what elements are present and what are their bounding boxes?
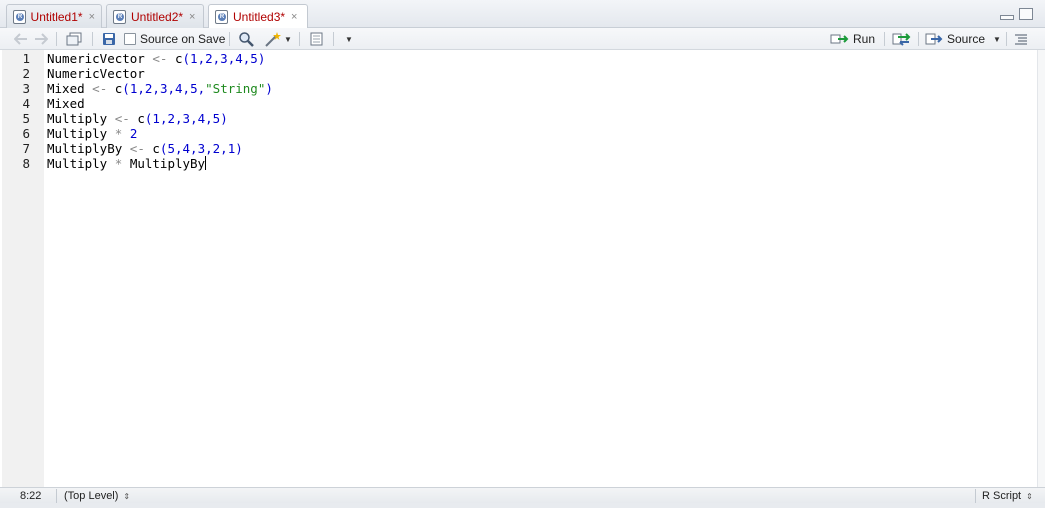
source-on-save-toggle[interactable]: Source on Save: [124, 30, 225, 48]
code-editor[interactable]: NumericVector <- c(1,2,3,4,5) NumericVec…: [44, 50, 1037, 487]
code-line[interactable]: NumericVector <- c(1,2,3,4,5): [47, 51, 265, 66]
chevron-down-icon[interactable]: ▼: [993, 35, 1001, 44]
code-line[interactable]: Multiply <- c(1,2,3,4,5): [47, 111, 228, 126]
toolbar-separator: [884, 32, 885, 46]
save-button[interactable]: [102, 30, 116, 48]
pane-window-controls: [1000, 8, 1033, 20]
line-number: 8: [22, 156, 30, 171]
compile-report-button[interactable]: [309, 30, 324, 48]
back-button[interactable]: [14, 30, 28, 48]
tab-label: Untitled2*: [131, 9, 184, 24]
code-tools-button[interactable]: ▼: [264, 30, 292, 48]
tab-untitled1[interactable]: R Untitled1* ×: [6, 4, 102, 28]
arrow-right-icon: [35, 33, 48, 45]
line-number: 2: [22, 66, 30, 81]
run-button[interactable]: Run: [830, 30, 875, 48]
code-line[interactable]: Multiply * 2: [47, 126, 137, 141]
r-file-icon: R: [13, 9, 26, 24]
source-on-save-label: Source on Save: [140, 32, 226, 46]
code-line[interactable]: MultiplyBy <- c(5,4,3,2,1): [47, 141, 243, 156]
line-number: 6: [22, 126, 30, 141]
file-type-selector[interactable]: R Script ⇕: [982, 489, 1033, 503]
chevron-down-icon: ▼: [345, 34, 353, 44]
line-number: 7: [22, 141, 30, 156]
code-line[interactable]: Mixed <- c(1,2,3,4,5,"String"): [47, 81, 273, 96]
line-number: 4: [22, 96, 30, 111]
source-arrow-icon: [925, 33, 943, 45]
toolbar-separator: [1006, 32, 1007, 46]
line-number: 5: [22, 111, 30, 126]
toolbar-separator: [92, 32, 93, 46]
rerun-button[interactable]: [892, 30, 912, 48]
toolbar-separator: [299, 32, 300, 46]
r-file-icon: R: [113, 9, 126, 24]
run-arrow-icon: [830, 34, 849, 44]
magnifier-icon: [239, 32, 254, 47]
close-tab-icon[interactable]: ×: [89, 11, 95, 23]
magic-wand-icon: [265, 32, 281, 47]
more-options-dropdown[interactable]: ▼: [345, 30, 353, 48]
status-separator: [56, 489, 57, 503]
up-down-chevron-icon: ⇕: [123, 491, 131, 501]
source-label: Source: [947, 32, 986, 46]
tab-label: Untitled3*: [233, 10, 286, 24]
document-outline-button[interactable]: [1014, 30, 1028, 48]
line-number: 1: [22, 51, 30, 66]
scope-label: (Top Level): [64, 490, 119, 502]
toolbar-separator: [56, 32, 57, 46]
pane-bottom-edge: [0, 503, 1045, 508]
status-separator: [975, 489, 976, 503]
rerun-arrows-icon: [892, 33, 911, 46]
toolbar-separator: [918, 32, 919, 46]
forward-button[interactable]: [34, 30, 48, 48]
find-replace-button[interactable]: [238, 30, 254, 48]
outline-lines-icon: [1015, 34, 1027, 45]
line-number: 3: [22, 81, 30, 96]
close-tab-icon[interactable]: ×: [189, 11, 195, 23]
arrow-left-icon: [14, 33, 27, 45]
scope-selector[interactable]: (Top Level) ⇕: [64, 489, 130, 503]
code-line[interactable]: Multiply * MultiplyBy: [47, 156, 207, 171]
popout-window-icon: [66, 32, 82, 46]
floppy-disk-icon: [103, 33, 115, 45]
code-line[interactable]: Mixed: [47, 96, 85, 111]
line-number-gutter: 1 2 3 4 5 6 7 8: [2, 50, 44, 487]
close-tab-icon[interactable]: ×: [291, 11, 297, 23]
text-cursor: [205, 156, 207, 170]
editor-status-bar: 8:22 (Top Level) ⇕ R Script ⇕: [0, 487, 1045, 503]
cursor-position: 8:22: [20, 490, 42, 502]
editor-scrollbar[interactable]: [1037, 50, 1045, 487]
maximize-pane-button[interactable]: [1019, 8, 1033, 20]
file-type-label: R Script: [982, 490, 1022, 502]
chevron-down-icon: ▼: [284, 34, 292, 44]
up-down-chevron-icon: ⇕: [1026, 491, 1033, 501]
toolbar-separator: [229, 32, 230, 46]
r-file-icon: R: [215, 10, 228, 24]
tab-untitled2[interactable]: R Untitled2* ×: [106, 4, 204, 28]
source-button[interactable]: Source ▼: [925, 30, 1001, 48]
source-on-save-checkbox[interactable]: [124, 33, 136, 45]
run-label: Run: [853, 32, 876, 46]
notebook-icon: [310, 32, 323, 46]
tab-label: Untitled1*: [30, 9, 83, 24]
show-in-window-button[interactable]: [66, 30, 82, 48]
toolbar-separator: [333, 32, 334, 46]
minimize-pane-button[interactable]: [1000, 15, 1014, 20]
editor-tab-strip: R Untitled1* × R Untitled2* × R Untitled…: [0, 0, 1045, 29]
code-line[interactable]: NumericVector: [47, 66, 145, 81]
tab-untitled3[interactable]: R Untitled3* ×: [208, 4, 308, 29]
editor-toolbar: Source on Save ▼ ▼ Run Source ▼: [0, 28, 1045, 50]
